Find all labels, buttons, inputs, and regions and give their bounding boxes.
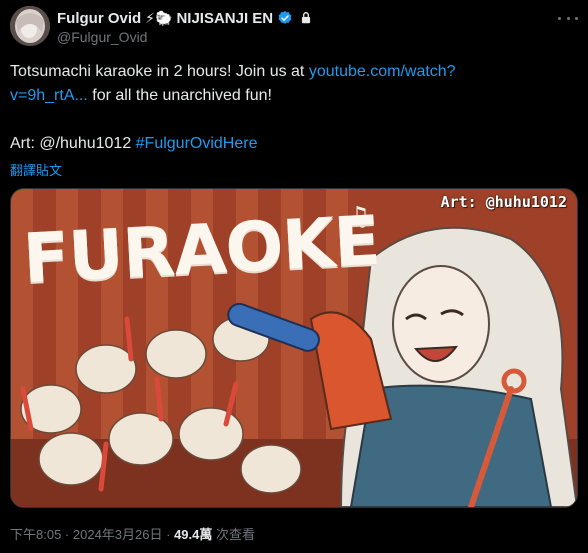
user-handle[interactable]: @Fulgur_Ovid [57, 29, 147, 45]
translate-post-link[interactable]: 翻譯貼文 [10, 160, 62, 179]
post-date[interactable]: 2024年3月26日 [73, 527, 163, 542]
tweet-body: Totsumachi karaoke in 2 hours! Join us a… [10, 60, 530, 108]
display-name[interactable]: Fulgur Ovid [57, 10, 141, 27]
avatar[interactable] [10, 6, 50, 46]
tweet-line1-suffix: for all the unarchived fun! [87, 87, 272, 104]
views-count: 49.4萬 [174, 527, 213, 542]
meta-separator-2: · [162, 527, 175, 542]
post-time[interactable]: 下午8:05 [10, 527, 61, 542]
tweet-image[interactable]: ♫ Art: @huhu1012 FURAOKE [10, 188, 578, 508]
verified-badge-icon[interactable] [277, 10, 293, 26]
tweet-line1-prefix: Totsumachi karaoke in 2 hours! Join us a… [10, 63, 309, 80]
views-label: 次查看 [212, 527, 255, 542]
meta-separator: · [61, 527, 73, 542]
tweet-metadata: 下午8:05 · 2024年3月26日 · 49.4萬 次查看 [10, 524, 255, 543]
hashtag-link[interactable]: #FulgurOvidHere [136, 135, 258, 152]
art-credit-label: Art: @huhu1012 [440, 193, 567, 211]
org-tag[interactable]: NIJISANJI EN [176, 10, 273, 27]
name-emoji: ⚡🐑 [145, 9, 173, 26]
lock-icon [299, 11, 313, 25]
more-options-icon[interactable] [558, 10, 578, 26]
tweet-header: Fulgur Ovid ⚡🐑 NIJISANJI EN @Fulgur_Ovid [10, 6, 578, 50]
art-credit-prefix: Art: @/huhu1012 [10, 135, 136, 152]
art-credit-line: Art: @/huhu1012 #FulgurOvidHere [10, 132, 257, 156]
